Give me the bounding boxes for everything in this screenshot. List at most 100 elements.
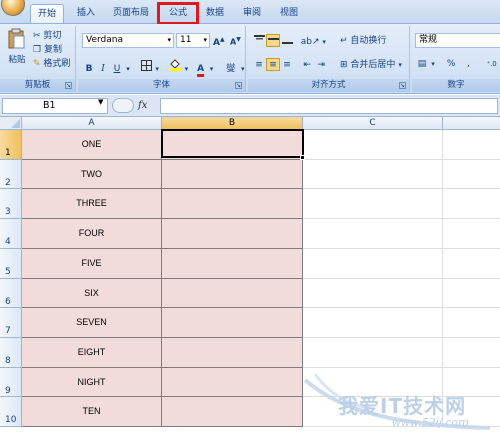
merge-center-button[interactable]: ⊞ 合并后居中 ▾ xyxy=(340,58,402,73)
cell-d[interactable] xyxy=(443,160,500,189)
cell-c[interactable] xyxy=(303,338,443,368)
grow-font-button[interactable]: A▲ xyxy=(213,33,225,48)
column-header-c[interactable]: C xyxy=(303,117,443,130)
row-header[interactable]: 10 xyxy=(0,397,22,427)
cell-d[interactable] xyxy=(443,308,500,338)
column-header-d[interactable] xyxy=(443,117,500,130)
chevron-down-icon[interactable]: ▾ xyxy=(208,63,216,76)
alignment-dialog-launcher[interactable]: ↘ xyxy=(399,82,406,89)
paste-button[interactable]: 粘贴 xyxy=(6,28,28,70)
cell-b[interactable] xyxy=(162,160,303,189)
percent-button[interactable]: % xyxy=(444,58,458,71)
cell-d[interactable] xyxy=(443,249,500,279)
chevron-down-icon[interactable]: ▾ xyxy=(429,58,437,71)
tab-page-layout[interactable]: 页面布局 xyxy=(108,4,154,23)
cell-a[interactable]: NIGHT xyxy=(22,368,162,397)
tab-formulas[interactable]: 公式 xyxy=(157,2,199,25)
row-header[interactable]: 7 xyxy=(0,308,22,338)
cell-d[interactable] xyxy=(443,130,500,160)
formula-bar-expand-button[interactable] xyxy=(112,98,134,113)
align-left-icon[interactable]: ≡ xyxy=(252,59,266,72)
cell-c[interactable] xyxy=(303,189,443,219)
tab-review[interactable]: 审阅 xyxy=(238,4,266,23)
row-header[interactable]: 3 xyxy=(0,189,22,219)
fill-handle[interactable] xyxy=(300,155,305,160)
cell-a[interactable]: ONE xyxy=(22,130,162,160)
cell-a[interactable]: FOUR xyxy=(22,219,162,249)
column-header-a[interactable]: A xyxy=(22,117,162,130)
row-header[interactable]: 9 xyxy=(0,368,22,397)
align-middle-icon[interactable] xyxy=(266,34,280,47)
row-header[interactable]: 8 xyxy=(0,338,22,368)
cell-a[interactable]: THREE xyxy=(22,189,162,219)
cell-a[interactable]: EIGHT xyxy=(22,338,162,368)
office-button[interactable] xyxy=(1,0,25,16)
chevron-down-icon[interactable]: ▾ xyxy=(153,63,161,76)
tab-data[interactable]: 数据 xyxy=(201,4,229,23)
row-header[interactable]: 5 xyxy=(0,249,22,279)
formula-input[interactable] xyxy=(160,98,498,114)
orientation-button[interactable]: ab↗ xyxy=(300,36,320,49)
align-top-icon[interactable] xyxy=(252,35,266,48)
cell-a[interactable]: TWO xyxy=(22,160,162,189)
align-bottom-icon[interactable] xyxy=(280,35,294,48)
font-color-button[interactable]: A xyxy=(194,63,208,77)
row-header[interactable]: 1 xyxy=(0,130,22,160)
cell-b[interactable] xyxy=(162,368,303,397)
row-header[interactable]: 6 xyxy=(0,279,22,308)
decrease-indent-icon[interactable]: ⇤ xyxy=(300,59,314,72)
cell-d[interactable] xyxy=(443,189,500,219)
number-format-select[interactable]: 常规 xyxy=(415,33,500,48)
cell-b[interactable] xyxy=(162,219,303,249)
cell-b[interactable] xyxy=(162,279,303,308)
cell-a[interactable]: SIX xyxy=(22,279,162,308)
font-dialog-launcher[interactable]: ↘ xyxy=(235,82,242,89)
cell-b[interactable] xyxy=(162,189,303,219)
align-center-icon[interactable]: ≡ xyxy=(266,58,280,71)
cell-b[interactable] xyxy=(162,397,303,427)
format-painter-button[interactable]: ✎ 格式刷 xyxy=(33,57,70,72)
select-all-corner[interactable] xyxy=(0,117,22,130)
cell-b[interactable] xyxy=(162,308,303,338)
cell-c[interactable] xyxy=(303,219,443,249)
cell-a[interactable]: SEVEN xyxy=(22,308,162,338)
bold-button[interactable]: B xyxy=(82,63,96,76)
cell-c[interactable] xyxy=(303,249,443,279)
font-size-select[interactable]: 11 ▾ xyxy=(176,33,210,48)
insert-function-icon[interactable]: fx xyxy=(138,98,158,114)
font-name-select[interactable]: Verdana ▾ xyxy=(82,33,174,48)
chevron-down-icon[interactable]: ▾ xyxy=(239,63,247,76)
chevron-down-icon[interactable]: ▼ xyxy=(98,98,103,106)
active-cell-b1[interactable] xyxy=(161,129,304,158)
copy-button[interactable]: ❐ 复制 xyxy=(33,43,62,58)
tab-view[interactable]: 视图 xyxy=(275,4,303,23)
cell-d[interactable] xyxy=(443,279,500,308)
cell-d[interactable] xyxy=(443,219,500,249)
clipboard-dialog-launcher[interactable]: ↘ xyxy=(65,82,72,89)
cut-button[interactable]: ✂ 剪切 xyxy=(33,29,61,44)
currency-icon[interactable]: ▤ xyxy=(415,58,429,71)
cell-c[interactable] xyxy=(303,130,443,160)
align-right-icon[interactable]: ≡ xyxy=(280,59,294,72)
italic-button[interactable]: I xyxy=(96,63,110,76)
increase-indent-icon[interactable]: ⇥ xyxy=(314,59,328,72)
phonetic-guide-button[interactable]: 燮 xyxy=(223,63,239,76)
cell-c[interactable] xyxy=(303,160,443,189)
chevron-down-icon[interactable]: ▾ xyxy=(320,36,328,49)
increase-decimal-icon[interactable]: ⁺.0 xyxy=(483,58,500,71)
comma-style-icon[interactable]: , xyxy=(461,58,475,71)
fill-color-button[interactable] xyxy=(168,58,182,71)
tab-insert[interactable]: 插入 xyxy=(72,4,100,23)
chevron-down-icon[interactable]: ▾ xyxy=(124,63,132,76)
cell-d[interactable] xyxy=(443,338,500,368)
cell-b[interactable] xyxy=(162,249,303,279)
name-box[interactable]: B1 xyxy=(2,98,108,114)
row-header[interactable]: 2 xyxy=(0,160,22,189)
borders-button[interactable] xyxy=(139,60,153,73)
cell-a[interactable]: TEN xyxy=(22,397,162,427)
underline-button[interactable]: U xyxy=(110,63,124,76)
wrap-text-button[interactable]: ↵ 自动换行 xyxy=(340,34,386,49)
cell-b[interactable] xyxy=(162,338,303,368)
tab-home[interactable]: 开始 xyxy=(30,4,64,23)
cell-c[interactable] xyxy=(303,308,443,338)
